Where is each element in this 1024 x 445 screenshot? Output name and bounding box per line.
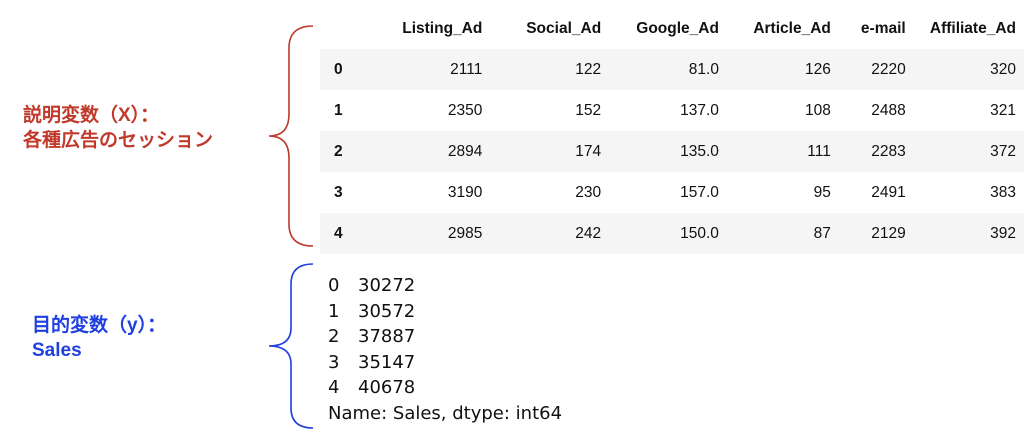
column-header: Listing_Ad (402, 19, 483, 37)
list-item: 2 37887 (328, 324, 562, 350)
series-value: 40678 (358, 377, 416, 399)
column-header: Affiliate_Ad (929, 19, 1016, 37)
series-value: 30272 (358, 275, 416, 296)
table-cell: 230 (575, 183, 602, 201)
sales-series-output: 0 30272 1 30572 2 37887 3 35147 4 40678 Name:… (328, 273, 562, 427)
table-row: 2 2894 174 135.0 111 2283 372 (320, 131, 1024, 172)
index-header (320, 8, 368, 49)
list-item: 1 30572 (328, 299, 562, 325)
table-cell: 320 (990, 60, 1016, 78)
blue-curly-brace (268, 263, 314, 429)
table-cell: 135.0 (680, 142, 719, 160)
row-index: 2 (334, 142, 343, 160)
series-index: 2 (328, 326, 340, 348)
explanatory-variable-title: 説明変数（X）： (23, 105, 160, 126)
table-cell: 122 (575, 60, 602, 78)
table-cell: 108 (804, 101, 831, 119)
target-variable-description: Sales (32, 340, 82, 361)
dataframe-header-row: Listing_Ad Social_Ad Google_Ad Article_A… (320, 8, 1024, 49)
explanatory-variable-description: 各種広告のセッション (23, 130, 214, 151)
table-cell: 321 (990, 101, 1016, 119)
target-variable-label: 目的変数（y）： Sales (32, 313, 166, 363)
table-cell: 2350 (447, 101, 483, 119)
table-cell: 2491 (871, 183, 906, 201)
column-header: Social_Ad (526, 19, 602, 37)
list-item: 0 30272 (328, 273, 562, 299)
table-cell: 383 (990, 183, 1016, 201)
sessions-dataframe: Listing_Ad Social_Ad Google_Ad Article_A… (320, 8, 1024, 254)
column-header: Article_Ad (753, 19, 831, 37)
series-index: 0 (328, 275, 340, 296)
list-item: 3 35147 (328, 350, 562, 376)
table-cell: 2111 (450, 60, 483, 78)
table-cell: 111 (807, 142, 831, 160)
table-cell: 242 (575, 224, 602, 242)
row-index: 3 (334, 183, 343, 201)
table-cell: 2220 (871, 60, 906, 78)
table-cell: 3190 (447, 183, 483, 201)
table-row: 4 2985 242 150.0 87 2129 392 (320, 213, 1024, 254)
series-value: 30572 (358, 300, 416, 322)
table-cell: 95 (813, 183, 831, 201)
table-cell: 2894 (447, 142, 483, 160)
table-cell: 392 (990, 224, 1016, 242)
table-cell: 157.0 (680, 183, 719, 201)
table-cell: 87 (813, 224, 831, 242)
table-cell: 81.0 (688, 60, 719, 78)
row-index: 4 (334, 224, 343, 242)
series-index: 3 (328, 351, 340, 373)
column-header: e-mail (860, 19, 906, 37)
row-index: 0 (334, 60, 343, 78)
table-cell: 152 (575, 101, 602, 119)
table-cell: 2129 (871, 224, 906, 242)
explanatory-variable-label: 説明変数（X）： 各種広告のセッション (23, 103, 213, 153)
series-value: 35147 (358, 351, 416, 373)
list-item: 4 40678 (328, 375, 562, 401)
table-cell: 2985 (447, 224, 483, 242)
target-variable-title: 目的変数（y）： (32, 315, 167, 336)
table-cell: 150.0 (680, 224, 719, 242)
table-row: 1 2350 152 137.0 108 2488 321 (320, 90, 1024, 131)
series-index: 1 (328, 300, 340, 322)
row-index: 1 (334, 101, 343, 119)
series-value: 37887 (358, 326, 416, 348)
table-cell: 137.0 (680, 101, 719, 119)
column-header: Google_Ad (636, 19, 719, 37)
table-row: 0 2111 122 81.0 126 2220 320 (320, 49, 1024, 90)
table-cell: 126 (804, 60, 831, 78)
table-cell: 174 (575, 142, 602, 160)
table-cell: 372 (990, 142, 1016, 160)
series-index: 4 (328, 377, 340, 399)
table-row: 3 3190 230 157.0 95 2491 383 (320, 172, 1024, 213)
table-cell: 2488 (871, 101, 906, 119)
table-cell: 2283 (871, 142, 906, 160)
red-curly-brace (268, 25, 314, 247)
series-footer: Name: Sales, dtype: int64 (328, 402, 563, 424)
